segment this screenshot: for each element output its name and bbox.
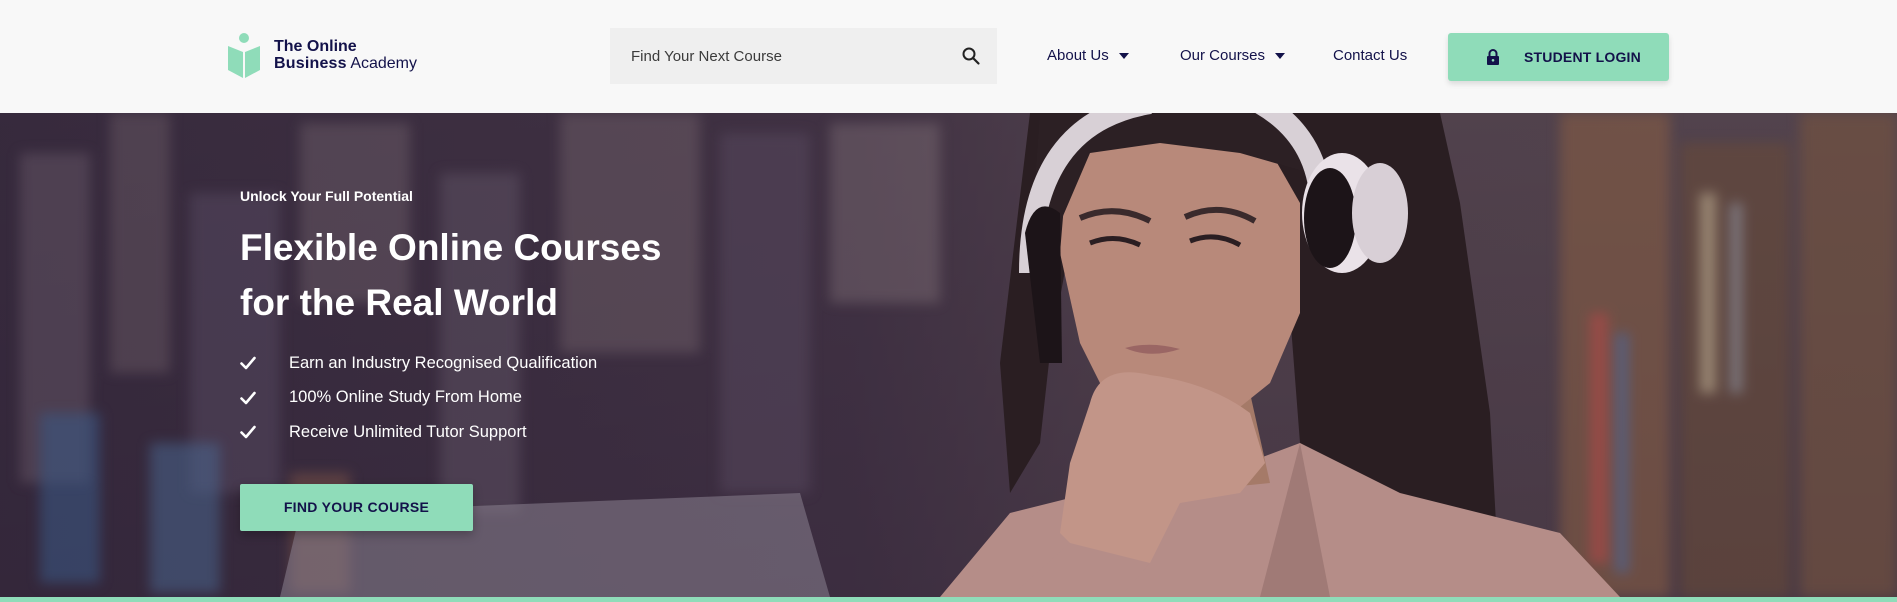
caret-down-icon: [1118, 52, 1129, 59]
search-icon[interactable]: [961, 46, 981, 66]
hero-headline: Flexible Online Courses for the Real Wor…: [240, 220, 662, 330]
benefit-item: 100% Online Study From Home: [240, 381, 662, 416]
benefit-item: Receive Unlimited Tutor Support: [240, 415, 662, 450]
site-logo[interactable]: The Online Business Academy: [227, 32, 417, 78]
hero-banner: Unlock Your Full Potential Flexible Onli…: [0, 113, 1897, 597]
benefit-item: Earn an Industry Recognised Qualificatio…: [240, 346, 662, 381]
benefits-list: Earn an Industry Recognised Qualificatio…: [240, 346, 662, 450]
nav-about-us-label: About Us: [1047, 47, 1109, 64]
course-search: [610, 28, 997, 84]
caret-down-icon: [1275, 52, 1286, 59]
student-login-label: STUDENT LOGIN: [1524, 49, 1641, 65]
search-input[interactable]: [631, 47, 941, 65]
logo-word-business: Business: [274, 55, 347, 72]
open-book-person-icon: [228, 33, 260, 78]
site-header: The Online Business Academy About Us Our…: [0, 0, 1897, 113]
logo-word-online: Online: [306, 38, 357, 55]
checkmark-icon: [240, 356, 256, 370]
nav-our-courses-label: Our Courses: [1180, 47, 1266, 64]
nav-contact-us-label: Contact Us: [1333, 47, 1408, 64]
hero-headline-line2: for the Real World: [240, 282, 558, 323]
hero-eyebrow: Unlock Your Full Potential: [240, 188, 413, 204]
logo-wordmark: The Online Business Academy: [274, 38, 417, 72]
nav-about-us[interactable]: About Us: [1047, 47, 1129, 64]
benefit-text: Receive Unlimited Tutor Support: [289, 422, 527, 441]
logo-word-academy: Academy: [350, 55, 418, 72]
checkmark-icon: [240, 391, 256, 405]
benefit-text: 100% Online Study From Home: [289, 388, 522, 407]
logo-word-the: The: [274, 38, 303, 55]
hero-accent-bar: [0, 597, 1897, 602]
hero-headline-line1: Flexible Online Courses: [240, 227, 662, 268]
checkmark-icon: [240, 425, 256, 439]
hero-content: Unlock Your Full Potential Flexible Onli…: [240, 188, 662, 531]
benefit-text: Earn an Industry Recognised Qualificatio…: [289, 353, 598, 372]
nav-contact-us[interactable]: Contact Us: [1333, 47, 1407, 64]
find-your-course-button[interactable]: FIND YOUR COURSE: [240, 483, 473, 531]
student-login-button[interactable]: STUDENT LOGIN: [1448, 33, 1669, 81]
nav-our-courses[interactable]: Our Courses: [1180, 47, 1286, 64]
lock-icon: [1487, 49, 1499, 65]
